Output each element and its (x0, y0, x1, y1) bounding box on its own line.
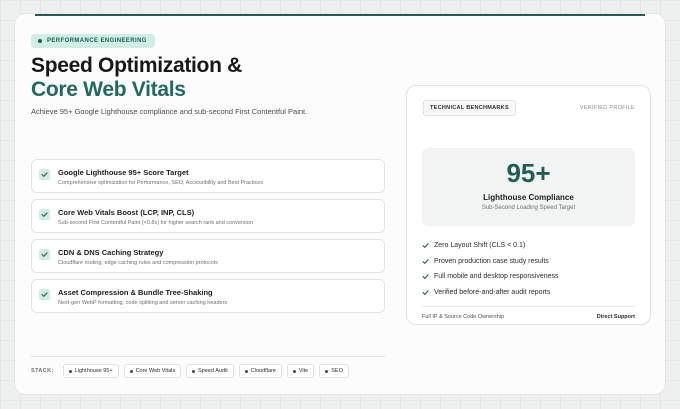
chip-label: Vite (298, 368, 309, 374)
badge-dot-icon (38, 39, 42, 43)
verified-profile-label: VERIFIED PROFILE (579, 105, 635, 111)
check-icon (39, 289, 50, 300)
top-accent-line (35, 14, 645, 16)
chip-label: Cloudflare (250, 368, 276, 374)
chip-dot-icon (292, 369, 296, 373)
badge-label: PERFORMANCE ENGINEERING (47, 38, 147, 44)
feature-list: Google Lighthouse 95+ Score Target Compr… (31, 159, 385, 319)
feature-title: Core Web Vitals Boost (LCP, INP, CLS) (58, 208, 195, 217)
check-icon (422, 274, 429, 280)
check-icon (39, 169, 50, 180)
category-badge: PERFORMANCE ENGINEERING (31, 34, 155, 48)
benchmark-checklist: Zero Layout Shift (CLS < 0.1) Proven pro… (422, 238, 559, 300)
direct-support-label: Direct Support (596, 314, 635, 320)
checklist-item: Zero Layout Shift (CLS < 0.1) (422, 238, 559, 254)
chip-dot-icon (192, 369, 196, 373)
feature-description: Comprehensive optimization for Performan… (58, 180, 264, 186)
check-icon (422, 243, 429, 249)
checklist-item: Proven production case study results (422, 254, 559, 270)
feature-title: Google Lighthouse 95+ Score Target (58, 168, 189, 177)
main-card: PERFORMANCE ENGINEERING Speed Optimizati… (14, 13, 666, 395)
panel-divider (422, 306, 635, 307)
feature-title: Asset Compression & Bundle Tree-Shaking (58, 288, 213, 297)
score-box: 95+ Lighthouse Compliance Sub-Second Loa… (422, 148, 635, 226)
tech-stack-row: STACK: Lighthouse 95+ Core Web Vitals Sp… (31, 364, 349, 378)
chip-label: Speed Audit (198, 368, 228, 374)
chip-label: SEO (331, 368, 343, 374)
stack-chip: Speed Audit (186, 364, 234, 378)
checklist-label: Full mobile and desktop responsiveness (434, 273, 559, 281)
feature-item: Asset Compression & Bundle Tree-Shaking … (31, 279, 385, 313)
score-subtitle: Sub-Second Loading Speed Target (481, 205, 576, 211)
stack-divider (31, 356, 385, 357)
checklist-label: Verified before-and-after audit reports (434, 288, 551, 296)
check-icon (39, 209, 50, 220)
stack-chip: SEO (319, 364, 349, 378)
check-icon (39, 249, 50, 260)
stack-label: STACK: (31, 368, 54, 374)
score-title: Lighthouse Compliance (483, 193, 574, 202)
feature-description: Cloudflare routing, edge caching rules a… (58, 260, 218, 266)
benchmarks-panel: TECHNICAL BENCHMARKS VERIFIED PROFILE 95… (406, 85, 651, 325)
page-title-line1: Speed Optimization & (31, 54, 243, 77)
checklist-label: Zero Layout Shift (CLS < 0.1) (434, 242, 526, 250)
page-subtitle: Achieve 95+ Google Lighthouse compliance… (31, 107, 308, 116)
stack-chip: Vite (286, 364, 315, 378)
chip-dot-icon (129, 369, 133, 373)
technical-benchmarks-tab[interactable]: TECHNICAL BENCHMARKS (423, 100, 516, 116)
feature-item: Core Web Vitals Boost (LCP, INP, CLS) Su… (31, 199, 385, 233)
chip-dot-icon (325, 369, 329, 373)
chip-dot-icon (68, 369, 72, 373)
chip-label: Lighthouse 95+ (74, 368, 113, 374)
feature-item: CDN & DNS Caching Strategy Cloudflare ro… (31, 239, 385, 273)
feature-item: Google Lighthouse 95+ Score Target Compr… (31, 159, 385, 193)
feature-description: Next-gen WebP formatting, code splitting… (58, 300, 228, 306)
checklist-label: Proven production case study results (434, 257, 549, 265)
feature-description: Sub-second First Contentful Paint (<0.8s… (58, 220, 253, 226)
page-title-line2: Core Web Vitals (31, 78, 186, 101)
check-icon (422, 290, 429, 295)
chip-label: Core Web Vitals (135, 368, 176, 374)
stack-chip: Core Web Vitals (123, 364, 182, 378)
checklist-item: Full mobile and desktop responsiveness (422, 269, 559, 285)
ownership-note: Full IP & Source Code Ownership (422, 314, 505, 320)
stack-chip: Lighthouse 95+ (62, 364, 119, 378)
feature-title: CDN & DNS Caching Strategy (58, 248, 164, 257)
checklist-item: Verified before-and-after audit reports (422, 285, 559, 301)
chip-dot-icon (244, 369, 248, 373)
lighthouse-score: 95+ (506, 158, 551, 188)
check-icon (422, 259, 429, 264)
stack-chip: Cloudflare (238, 364, 282, 378)
